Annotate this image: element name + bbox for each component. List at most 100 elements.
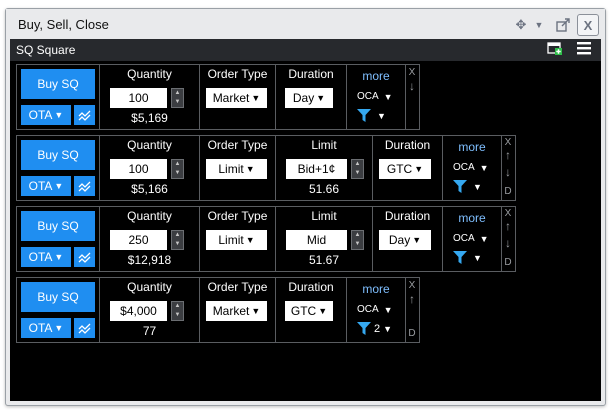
duration-dropdown[interactable]: Day ▼ — [285, 88, 333, 108]
remove-row-button[interactable]: X — [502, 137, 514, 148]
quantity-cell: Quantity $4,000 ▲ ▼ 77 — [100, 278, 200, 342]
spin-down-icon[interactable]: ▼ — [175, 241, 181, 248]
spin-up-icon[interactable]: ▲ — [175, 303, 181, 310]
quantity-stepper[interactable]: ▲ ▼ — [171, 230, 184, 250]
close-icon[interactable]: X — [577, 14, 599, 36]
menu-icon[interactable] — [577, 41, 591, 58]
spin-down-icon[interactable]: ▼ — [355, 241, 361, 248]
quantity-input[interactable]: 100 — [110, 88, 167, 108]
order-type-dropdown[interactable]: Limit ▼ — [206, 230, 267, 250]
move-icon[interactable]: ✥ — [511, 15, 531, 35]
move-up-icon[interactable]: ↑ — [502, 148, 514, 162]
row-controls: X ↑ D — [405, 278, 417, 342]
filter-button[interactable]: ▼ — [357, 109, 386, 123]
quantity-stepper[interactable]: ▲ ▼ — [171, 301, 184, 321]
buy-button[interactable]: Buy SQ — [21, 282, 95, 312]
oca-dropdown[interactable]: OCA ▼ — [357, 304, 393, 315]
title-bar[interactable]: Buy, Sell, Close ✥ ▼ X — [6, 9, 605, 39]
route-dropdown[interactable]: OTA ▼ — [21, 247, 71, 267]
buy-cell: Buy SQ OTA ▼ — [17, 65, 100, 129]
limit-input[interactable]: Mid — [286, 230, 347, 250]
quantity-input[interactable]: 100 — [110, 159, 167, 179]
more-cell: more OCA ▼ ▼ — [443, 207, 501, 271]
chevron-down-icon: ▼ — [318, 306, 328, 316]
buy-button[interactable]: Buy SQ — [21, 211, 95, 241]
chevron-down-icon: ▼ — [316, 93, 326, 103]
spin-up-icon[interactable]: ▲ — [355, 161, 361, 168]
oca-dropdown[interactable]: OCA ▼ — [453, 162, 489, 173]
panel-header: SQ Square — [10, 39, 601, 61]
move-up-icon[interactable]: ↑ — [502, 219, 514, 233]
more-link[interactable]: more — [443, 211, 501, 225]
chart-icon[interactable] — [74, 247, 95, 267]
filter-icon — [357, 322, 371, 335]
order-type-dropdown[interactable]: Market ▼ — [206, 88, 267, 108]
limit-input[interactable]: Bid+1¢ — [286, 159, 347, 179]
row-controls: X ↑ ↓ D — [501, 207, 513, 271]
quantity-input[interactable]: 250 — [110, 230, 167, 250]
order-row: Buy SQ OTA ▼ Quantity 100 ▲ ▼ $5,166 Order… — [16, 135, 516, 201]
more-link[interactable]: more — [347, 282, 405, 296]
filter-button[interactable]: ▼ — [453, 251, 482, 265]
buy-button[interactable]: Buy SQ — [21, 69, 95, 99]
remove-row-button[interactable]: X — [406, 280, 418, 291]
chart-icon[interactable] — [74, 105, 95, 125]
order-rows: Buy SQ OTA ▼ Quantity 100 ▲ ▼ $5,169 Order… — [10, 61, 601, 401]
filter-button[interactable]: ▼ — [453, 180, 482, 194]
order-type-label: Order Type — [207, 138, 268, 152]
more-link[interactable]: more — [347, 69, 405, 83]
spin-up-icon[interactable]: ▲ — [355, 232, 361, 239]
chevron-down-icon[interactable]: ▼ — [529, 15, 549, 35]
quantity-stepper[interactable]: ▲ ▼ — [171, 88, 184, 108]
move-down-icon[interactable]: ↓ — [502, 236, 514, 250]
duration-cell: Duration GTC ▼ — [276, 278, 347, 342]
oca-dropdown[interactable]: OCA ▼ — [453, 233, 489, 244]
order-type-dropdown[interactable]: Market ▼ — [206, 301, 267, 321]
filter-icon — [357, 109, 371, 122]
route-dropdown[interactable]: OTA ▼ — [21, 318, 71, 338]
quantity-value: 77 — [142, 324, 157, 338]
spin-up-icon[interactable]: ▲ — [175, 161, 181, 168]
spin-down-icon[interactable]: ▼ — [355, 170, 361, 177]
duration-dropdown[interactable]: GTC ▼ — [285, 301, 333, 321]
chevron-down-icon: ▼ — [383, 304, 393, 315]
chart-icon[interactable] — [74, 176, 95, 196]
chevron-down-icon: ▼ — [251, 306, 261, 316]
remove-row-button[interactable]: X — [406, 67, 418, 78]
chart-icon[interactable] — [74, 318, 95, 338]
chevron-down-icon: ▼ — [377, 111, 386, 121]
more-link[interactable]: more — [443, 140, 501, 154]
duplicate-row-button[interactable]: D — [502, 186, 514, 197]
duration-dropdown[interactable]: GTC ▼ — [379, 159, 431, 179]
route-dropdown[interactable]: OTA ▼ — [21, 176, 71, 196]
spin-up-icon[interactable]: ▲ — [175, 90, 181, 97]
quantity-stepper[interactable]: ▲ ▼ — [171, 159, 184, 179]
buy-button[interactable]: Buy SQ — [21, 140, 95, 170]
order-type-dropdown[interactable]: Limit ▼ — [206, 159, 267, 179]
spin-down-icon[interactable]: ▼ — [175, 170, 181, 177]
move-down-icon[interactable]: ↓ — [502, 165, 514, 179]
limit-label: Limit — [311, 209, 337, 223]
pop-out-icon[interactable] — [553, 15, 573, 35]
oca-dropdown[interactable]: OCA ▼ — [357, 91, 393, 102]
spin-down-icon[interactable]: ▼ — [175, 99, 181, 106]
duplicate-row-button[interactable]: D — [406, 328, 418, 339]
add-window-icon[interactable] — [547, 41, 563, 58]
duration-label: Duration — [384, 138, 431, 152]
oca-label: OCA — [357, 91, 379, 102]
duration-dropdown[interactable]: Day ▼ — [379, 230, 431, 250]
oca-label: OCA — [357, 304, 379, 315]
spin-down-icon[interactable]: ▼ — [175, 312, 181, 319]
duration-value: GTC — [290, 304, 317, 318]
filter-button[interactable]: 2 ▼ — [357, 322, 392, 336]
limit-value: 51.66 — [308, 182, 340, 196]
spin-up-icon[interactable]: ▲ — [175, 232, 181, 239]
move-down-icon[interactable]: ↓ — [406, 79, 418, 93]
move-up-icon[interactable]: ↑ — [406, 292, 418, 306]
remove-row-button[interactable]: X — [502, 208, 514, 219]
route-dropdown[interactable]: OTA ▼ — [21, 105, 71, 125]
limit-stepper[interactable]: ▲ ▼ — [351, 230, 364, 250]
limit-stepper[interactable]: ▲ ▼ — [351, 159, 364, 179]
quantity-input[interactable]: $4,000 — [110, 301, 167, 321]
duplicate-row-button[interactable]: D — [502, 257, 514, 268]
